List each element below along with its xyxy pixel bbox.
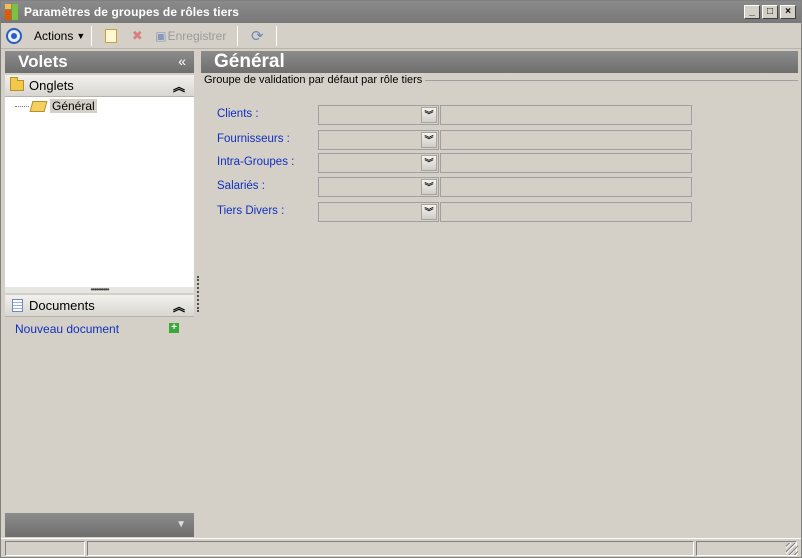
chevron-down-icon[interactable]: ︾ [421, 204, 437, 220]
suppliers-combo[interactable]: ︾ [318, 130, 439, 150]
resize-grip-icon[interactable] [786, 543, 798, 555]
panes-header: Volets « [5, 51, 194, 73]
panes-title: Volets [18, 52, 68, 71]
nav-circle-icon[interactable] [6, 27, 22, 44]
app-logo-icon [5, 4, 21, 20]
suppliers-field[interactable] [440, 130, 692, 150]
misc-combo[interactable]: ︾ [318, 202, 439, 222]
form-row-intragroup: Intra-Groupes : ︾ [217, 153, 697, 173]
status-cell [696, 541, 797, 556]
window-title: Paramètres de groupes de rôles tiers [24, 5, 240, 19]
toolbar: Actions ▼ ✖ ▣ Enregistrer ⟳ [1, 23, 801, 49]
refresh-button[interactable]: ⟳ [249, 27, 265, 45]
status-cell [5, 541, 85, 556]
misc-label: Tiers Divers : [217, 205, 285, 217]
horizontal-splitter[interactable]: •••••••••• [5, 286, 194, 294]
chevron-up-icon[interactable]: ︽ [173, 78, 185, 95]
new-document-button[interactable] [103, 28, 119, 44]
group-box-title: Groupe de validation par défaut par rôle… [204, 74, 798, 86]
toolbar-separator [91, 25, 93, 46]
employees-label: Salariés : [217, 180, 265, 192]
clients-label: Clients : [217, 108, 259, 120]
employees-combo[interactable]: ︾ [318, 177, 439, 197]
tabs-tree: Général [5, 97, 194, 287]
chevron-up-icon[interactable]: ︽ [173, 298, 185, 315]
collapse-panes-button[interactable]: « [178, 53, 186, 69]
chevron-down-icon[interactable]: ︾ [421, 132, 437, 148]
tree-item-general[interactable]: Général [15, 99, 97, 113]
open-folder-icon [29, 100, 48, 112]
chevron-down-icon[interactable]: ▼ [176, 519, 186, 530]
form-row-employees: Salariés : ︾ [217, 177, 697, 197]
window-controls: _ □ × [744, 5, 796, 19]
chevron-down-icon[interactable]: ︾ [421, 155, 437, 171]
new-document-link[interactable]: Nouveau document [15, 322, 119, 336]
tabs-section-title: Onglets [29, 78, 74, 93]
misc-field[interactable] [440, 202, 692, 222]
page-title-bar: Général [201, 51, 798, 73]
tabs-section-header[interactable]: Onglets ︽ [5, 75, 194, 97]
intragroup-field[interactable] [440, 153, 692, 173]
toolbar-separator [276, 25, 278, 46]
save-button[interactable]: ▣ Enregistrer [155, 28, 226, 44]
app-window: Paramètres de groupes de rôles tiers _ □… [0, 0, 802, 558]
actions-menu-button[interactable]: Actions ▼ [34, 29, 85, 43]
documents-section-header[interactable]: Documents ︽ [5, 295, 194, 317]
close-button[interactable]: × [780, 5, 796, 19]
status-cell [87, 541, 694, 556]
delete-icon: ✖ [131, 27, 143, 43]
intragroup-combo[interactable]: ︾ [318, 153, 439, 173]
tree-item-label: Général [50, 99, 97, 113]
vertical-splitter[interactable] [197, 276, 199, 312]
save-icon: ▣ [155, 28, 167, 43]
clients-field[interactable] [440, 105, 692, 125]
title-bar: Paramètres de groupes de rôles tiers _ □… [1, 1, 801, 23]
form-row-clients: Clients : ︾ [217, 105, 697, 125]
chevron-down-icon[interactable]: ︾ [421, 179, 437, 195]
page-title: Général [214, 51, 285, 72]
suppliers-label: Fournisseurs : [217, 133, 290, 145]
panes-footer: ▼ [5, 513, 194, 537]
add-icon[interactable]: + [169, 323, 179, 333]
delete-button[interactable]: ✖ [129, 28, 145, 44]
status-bar [1, 538, 801, 557]
toolbar-separator [237, 25, 239, 46]
clients-combo[interactable]: ︾ [318, 105, 439, 125]
form-row-suppliers: Fournisseurs : ︾ [217, 130, 697, 150]
dropdown-arrow-icon: ▼ [76, 30, 86, 41]
intragroup-label: Intra-Groupes : [217, 156, 295, 168]
minimize-button[interactable]: _ [744, 5, 760, 19]
group-title-text: Groupe de validation par défaut par rôle… [204, 74, 423, 86]
new-document-icon [105, 28, 118, 43]
documents-section-title: Documents [29, 298, 95, 313]
actions-label: Actions [34, 28, 74, 43]
folder-icon [10, 77, 24, 91]
maximize-button[interactable]: □ [762, 5, 778, 19]
refresh-icon: ⟳ [251, 27, 264, 45]
save-label: Enregistrer [167, 28, 227, 43]
employees-field[interactable] [440, 177, 692, 197]
document-icon [12, 299, 23, 312]
tree-connector [15, 105, 29, 107]
form-row-misc: Tiers Divers : ︾ [217, 202, 697, 222]
group-divider [425, 80, 798, 81]
chevron-down-icon[interactable]: ︾ [421, 107, 437, 123]
